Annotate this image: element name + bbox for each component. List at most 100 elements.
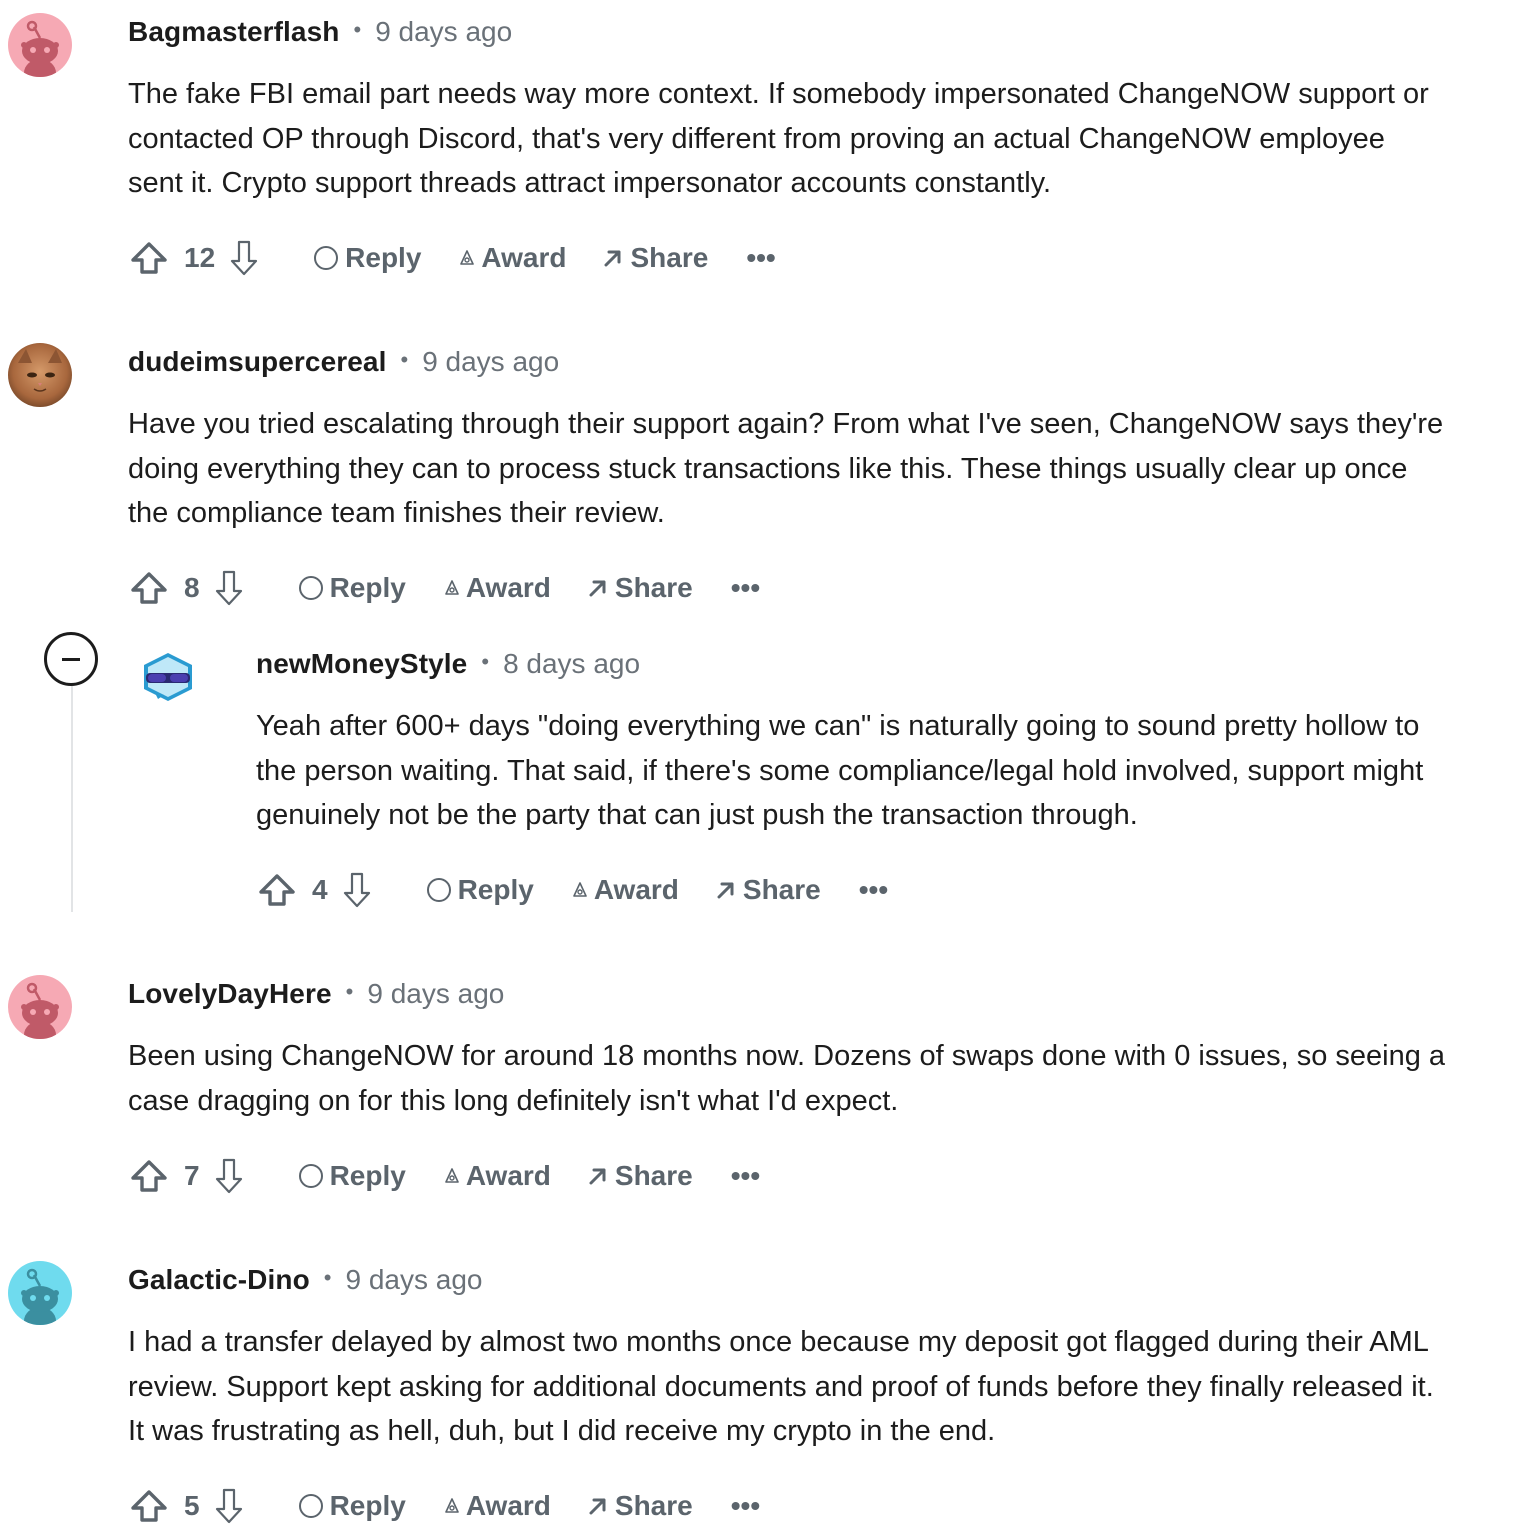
share-label: Share — [614, 1490, 693, 1521]
comment-line: genuinely not be the party that can just… — [256, 799, 1138, 831]
avatar[interactable] — [8, 1261, 72, 1325]
comment-actions: 4 Reply Award Share ••• — [258, 870, 888, 910]
reply-button[interactable]: Reply — [298, 1160, 406, 1192]
comment-actions: 12 Reply Award Share ••• — [130, 238, 776, 278]
share-arrow-icon — [715, 879, 737, 901]
comment-line: doing everything they can to process stu… — [128, 452, 1408, 485]
comment-line: Yeah after 600+ days "doing everything w… — [256, 710, 1420, 742]
comment-line: The fake FBI email part needs way more c… — [128, 78, 1429, 110]
more-dots-icon[interactable]: ••• — [731, 1160, 760, 1192]
award-label: Award — [465, 572, 551, 603]
more-dots-icon[interactable]: ••• — [746, 242, 775, 274]
share-button[interactable]: Share — [715, 874, 821, 906]
award-icon — [572, 881, 588, 899]
comment-line: the compliance team finishes their revie… — [128, 497, 665, 529]
timestamp[interactable]: 9 days ago — [346, 1264, 483, 1296]
thread-line[interactable] — [71, 686, 73, 912]
share-button[interactable]: Share — [602, 242, 708, 274]
comment-line: review. Support kept asking for addition… — [128, 1370, 1434, 1403]
reply-bubble-icon — [313, 245, 339, 271]
vote-score: 5 — [184, 1490, 200, 1521]
award-button[interactable]: Award — [459, 242, 566, 274]
reply-label: Reply — [329, 1490, 406, 1521]
reply-button[interactable]: Reply — [313, 242, 421, 274]
meta-separator: • — [481, 649, 490, 674]
comment-header: newMoneyStyle • 8 days ago — [256, 644, 640, 684]
award-label: Award — [593, 874, 679, 905]
share-arrow-icon — [587, 1165, 609, 1187]
avatar[interactable] — [136, 645, 200, 709]
meta-separator: • — [345, 979, 354, 1004]
author-name[interactable]: dudeimsupercereal — [128, 346, 386, 378]
author-name[interactable]: LovelyDayHere — [128, 978, 332, 1010]
upvote-arrow-icon[interactable] — [130, 1489, 168, 1523]
author-name[interactable]: Bagmasterflash — [128, 16, 339, 48]
more-dots-icon[interactable]: ••• — [859, 874, 888, 906]
comment-line: the person waiting. That said, if there'… — [256, 754, 1424, 787]
meta-separator: • — [400, 347, 409, 372]
downvote-arrow-icon[interactable] — [229, 239, 259, 277]
upvote-arrow-icon[interactable] — [130, 1159, 168, 1193]
reply-bubble-icon — [298, 575, 324, 601]
upvote-arrow-icon[interactable] — [258, 873, 296, 907]
avatar[interactable] — [8, 343, 72, 407]
reply-label: Reply — [457, 874, 534, 905]
timestamp[interactable]: 9 days ago — [422, 346, 559, 378]
downvote-arrow-icon[interactable] — [342, 871, 372, 909]
comment-body: I had a transfer delayed by almost two m… — [128, 1320, 1434, 1454]
downvote-arrow-icon[interactable] — [214, 1487, 244, 1525]
comment-body: The fake FBI email part needs way more c… — [128, 72, 1429, 206]
avatar[interactable] — [8, 975, 72, 1039]
award-button[interactable]: Award — [444, 1490, 551, 1522]
author-name[interactable]: newMoneyStyle — [256, 648, 467, 680]
award-button[interactable]: Award — [572, 874, 679, 906]
comment-line: I had a transfer delayed by almost two m… — [128, 1326, 1429, 1358]
award-button[interactable]: Award — [444, 572, 551, 604]
award-label: Award — [481, 242, 567, 273]
award-button[interactable]: Award — [444, 1160, 551, 1192]
more-dots-icon[interactable]: ••• — [731, 572, 760, 604]
downvote-arrow-icon[interactable] — [214, 569, 244, 607]
comment-header: dudeimsupercereal • 9 days ago — [128, 342, 559, 382]
comment-header: Bagmasterflash • 9 days ago — [128, 12, 512, 52]
reply-label: Reply — [329, 572, 406, 603]
upvote-arrow-icon[interactable] — [130, 571, 168, 605]
share-arrow-icon — [602, 247, 624, 269]
share-label: Share — [614, 1160, 693, 1191]
comment-line: Been using ChangeNOW for around 18 month… — [128, 1040, 1446, 1072]
comment-line: case dragging on for this long definitel… — [128, 1084, 899, 1117]
comment-actions: 5 Reply Award Share ••• — [130, 1486, 760, 1526]
vote-score: 8 — [184, 572, 200, 603]
upvote-arrow-icon[interactable] — [130, 241, 168, 275]
comment-actions: 7 Reply Award Share ••• — [130, 1156, 760, 1196]
vote-score: 4 — [312, 874, 328, 905]
award-icon — [444, 1167, 460, 1185]
collapse-minus-icon[interactable] — [44, 632, 98, 686]
share-label: Share — [630, 242, 709, 273]
timestamp[interactable]: 9 days ago — [367, 978, 504, 1010]
meta-separator: • — [353, 17, 362, 42]
author-name[interactable]: Galactic-Dino — [128, 1264, 310, 1296]
reply-button[interactable]: Reply — [426, 874, 534, 906]
award-icon — [444, 579, 460, 597]
award-label: Award — [465, 1490, 551, 1521]
vote-score: 7 — [184, 1160, 200, 1191]
vote-score: 12 — [184, 242, 216, 273]
reply-button[interactable]: Reply — [298, 1490, 406, 1522]
comment-actions: 8 Reply Award Share ••• — [130, 568, 760, 608]
avatar[interactable] — [8, 13, 72, 77]
reply-button[interactable]: Reply — [298, 572, 406, 604]
reply-bubble-icon — [426, 877, 452, 903]
reply-label: Reply — [345, 242, 422, 273]
comment-body: Have you tried escalating through their … — [128, 402, 1443, 536]
award-label: Award — [465, 1160, 551, 1191]
share-button[interactable]: Share — [587, 1160, 693, 1192]
share-button[interactable]: Share — [587, 572, 693, 604]
more-dots-icon[interactable]: ••• — [731, 1490, 760, 1522]
comment-line: sent it. Crypto support threads attract … — [128, 167, 1052, 199]
downvote-arrow-icon[interactable] — [214, 1157, 244, 1195]
timestamp[interactable]: 9 days ago — [375, 16, 512, 48]
share-button[interactable]: Share — [587, 1490, 693, 1522]
comment-header: Galactic-Dino • 9 days ago — [128, 1260, 483, 1300]
timestamp[interactable]: 8 days ago — [503, 648, 640, 680]
